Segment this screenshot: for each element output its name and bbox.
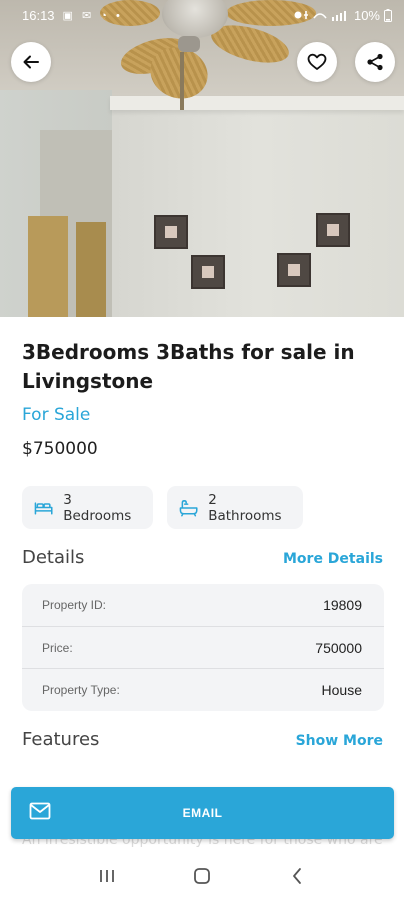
detail-value: House <box>321 681 362 698</box>
system-back-button[interactable] <box>277 856 317 896</box>
details-heading: Details <box>22 547 85 568</box>
bedrooms-chip: 3 Bedrooms <box>22 486 153 529</box>
photo-door <box>28 216 68 317</box>
mail-icon <box>29 802 51 820</box>
more-details-link[interactable]: More Details <box>283 551 383 567</box>
photo-wall-right <box>112 108 404 317</box>
detail-label: Property ID: <box>42 598 107 612</box>
property-photo[interactable] <box>0 0 404 317</box>
email-button-label: EMAIL <box>182 806 223 820</box>
signal-wifi-icon <box>294 11 346 21</box>
bathrooms-label: 2 Bathrooms <box>208 491 282 524</box>
heart-icon <box>307 53 327 70</box>
features-heading: Features <box>22 729 100 750</box>
listing-title: 3Bedrooms 3Baths for sale in Livingstone <box>22 340 355 393</box>
recent-apps-button[interactable] <box>87 856 127 896</box>
listing-price: $750000 <box>22 439 98 459</box>
photo-cornice <box>110 96 404 110</box>
listing-status[interactable]: For Sale <box>22 405 90 425</box>
photo-wall-frame <box>277 253 311 287</box>
show-more-features-link[interactable]: Show More <box>296 733 383 749</box>
detail-value: 19809 <box>323 597 362 613</box>
battery-icon <box>384 8 392 22</box>
chevron-left-icon <box>292 867 301 884</box>
bedrooms-label: 3 Bedrooms <box>63 491 132 524</box>
detail-row: Price: 750000 <box>22 626 384 668</box>
bathtub-icon <box>179 499 198 516</box>
fan-pull-chain <box>180 52 184 110</box>
status-bar: 16:13 ▣ ✉ ◔ • 10% <box>0 0 404 30</box>
recent-apps-icon <box>100 869 115 882</box>
notification-icons: ▣ ✉ ◔ • <box>62 9 123 22</box>
system-status: 10% <box>294 8 392 23</box>
battery-level: 10% <box>353 7 380 23</box>
share-button[interactable] <box>355 42 395 82</box>
detail-row: Property Type: House <box>22 668 384 710</box>
photo-wall-frame <box>191 255 225 289</box>
share-icon <box>367 53 383 71</box>
detail-row: Property ID: 19809 <box>22 584 384 626</box>
bathrooms-chip: 2 Bathrooms <box>167 486 303 529</box>
detail-value: 750000 <box>315 639 362 656</box>
detail-label: Price: <box>42 640 73 655</box>
home-icon <box>194 867 210 884</box>
arrow-left-icon <box>23 55 39 69</box>
bed-icon <box>34 501 53 515</box>
photo-door <box>76 222 106 317</box>
back-button[interactable] <box>11 42 51 82</box>
email-button[interactable]: EMAIL <box>11 787 394 839</box>
system-nav-bar <box>0 851 404 900</box>
photo-wall-frame <box>316 213 350 247</box>
favorite-button[interactable] <box>297 42 337 82</box>
photo-wall-frame <box>154 215 188 249</box>
ceiling-fan-hub <box>178 36 200 52</box>
details-table: Property ID: 19809 Price: 750000 Propert… <box>22 584 384 711</box>
home-button[interactable] <box>182 856 222 896</box>
detail-label: Property Type: <box>42 682 120 697</box>
status-time: 16:13 <box>22 7 55 23</box>
